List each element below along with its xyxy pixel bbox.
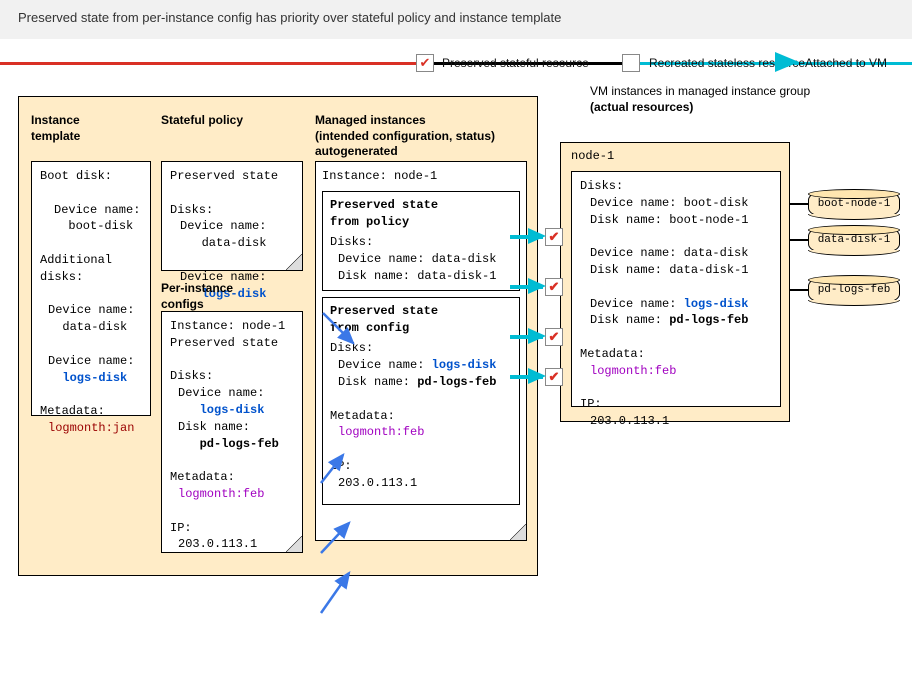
recreated-box-icon [622,54,640,72]
disk-boot: boot-node-1 [808,192,900,216]
col-managed-instances: Managed instances(intended configuration… [315,107,527,164]
col-stateful: Stateful policy Preserved state Disks: D… [161,107,303,133]
attach-arrow-icon [528,228,546,244]
policy-header: Stateful policy [161,107,303,133]
attach-arrow-icon [528,278,546,294]
template-header: Instance template [31,107,151,148]
per-instance-config-panel: Instance: node-1 Preserved state Disks: … [161,311,303,553]
disk-connector [790,203,808,205]
stateful-policy-panel: Preserved state Disks: Device name: data… [161,161,303,271]
mig-container: Instance template Boot disk: Device name… [18,96,538,576]
dog-ear-icon [286,254,302,270]
legend-preserved: Preserved stateful resource [442,56,589,70]
col-instance-template: Instance template Boot disk: Device name… [31,107,151,148]
preserved-check-icon: ✔ [416,54,434,72]
preserved-from-policy: Preserved state from policy Disks: Devic… [322,191,520,291]
disk-logs: pd-logs-feb [808,278,900,302]
attach-arrow-icon [528,328,546,344]
attached-arrow-icon [775,52,799,72]
managed-header: Managed instances(intended configuration… [315,107,527,164]
disk-connector [790,239,808,241]
pic-header: Per-instance configs [161,275,233,316]
check-icon: ✔ [545,228,563,246]
check-icon: ✔ [545,278,563,296]
check-icon: ✔ [545,368,563,386]
check-icon: ✔ [545,328,563,346]
attach-arrow-icon [528,368,546,384]
vm-group-heading: VM instances in managed instance group (… [590,84,810,115]
preserved-from-config: Preserved state from config Disks: Devic… [322,297,520,505]
legend-attached: Attached to VM [805,56,887,70]
template-panel: Boot disk: Device name: boot-disk Additi… [31,161,151,416]
dog-ear-icon [286,536,302,552]
vm-instance-box: node-1 Disks: Device name: boot-disk Dis… [560,142,790,422]
disk-data: data-disk-1 [808,228,900,252]
disk-connector [790,289,808,291]
vm-panel: Disks: Device name: boot-disk Disk name:… [571,171,781,407]
dog-ear-icon [510,524,526,540]
vm-name: node-1 [571,149,614,163]
banner: Preserved state from per-instance config… [0,0,912,39]
managed-instance-panel: Instance: node-1 Preserved state from po… [315,161,527,541]
